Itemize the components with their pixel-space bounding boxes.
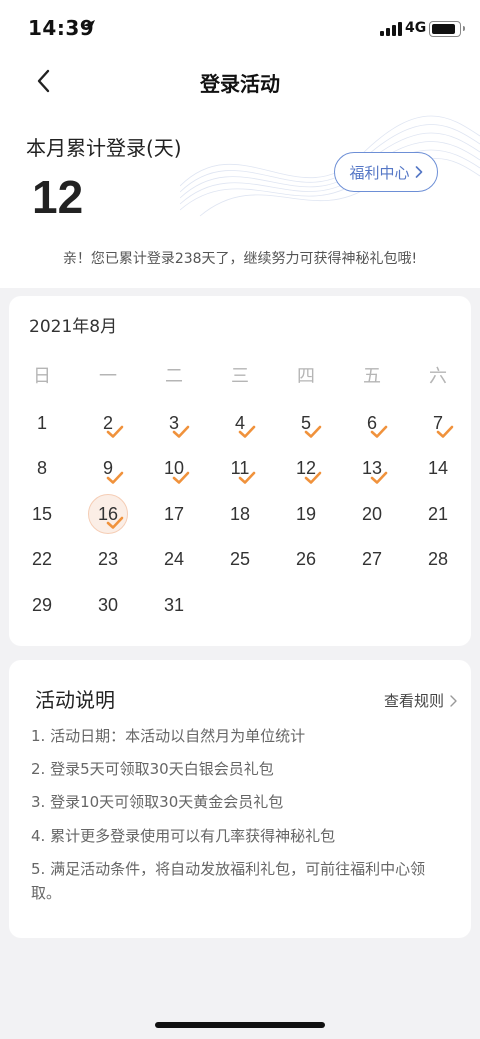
- chevron-right-icon: [450, 694, 457, 707]
- weekday-label: 日: [33, 366, 51, 387]
- calendar-day[interactable]: 31: [154, 585, 194, 625]
- weekday-label: 四: [297, 366, 315, 387]
- rule-item: 2. 登录5天可领取30天白银会员礼包: [31, 760, 274, 778]
- calendar-day[interactable]: 15: [22, 494, 62, 534]
- login-days-count: 12: [32, 171, 84, 223]
- calendar-day[interactable]: 21: [418, 494, 458, 534]
- weekday-label: 五: [363, 366, 381, 387]
- weekday-label: 一: [99, 366, 117, 387]
- calendar-day[interactable]: 1: [22, 403, 62, 443]
- calendar-day[interactable]: 20: [352, 494, 392, 534]
- weekday-label: 二: [165, 366, 183, 387]
- checkmark-icon: [304, 425, 322, 438]
- calendar-day[interactable]: 30: [88, 585, 128, 625]
- rule-item: 4. 累计更多登录使用可以有几率获得神秘礼包: [31, 827, 336, 845]
- login-calendar: 2021年8月 日一二三四五六 1 2 3 4 5 6 7 8 9 10 11 12 13 14 15 16 17…: [9, 296, 471, 646]
- calendar-month-label: 2021年8月: [29, 317, 118, 337]
- rule-item: 3. 登录10天可领取30天黄金会员礼包: [31, 793, 284, 811]
- calendar-day[interactable]: 19: [286, 494, 326, 534]
- weekday-label: 三: [231, 366, 249, 387]
- login-summary: 本月累计登录(天) 12 福利中心 亲！您已累计登录238天了，继续努力可获得神…: [0, 106, 480, 288]
- checkmark-icon: [172, 425, 190, 438]
- checkmark-icon: [238, 471, 256, 484]
- rules-title: 活动说明: [35, 688, 115, 712]
- rule-item: 5. 满足活动条件，将自动发放福利礼包，可前往福利中心领取。: [31, 860, 426, 902]
- calendar-day[interactable]: 27: [352, 540, 392, 580]
- battery-icon: [429, 21, 465, 37]
- login-days-label: 本月累计登录(天): [26, 136, 182, 160]
- view-rules-link[interactable]: 查看规则: [384, 690, 457, 711]
- view-rules-label: 查看规则: [383, 692, 444, 710]
- signal-bars-icon: [380, 22, 402, 36]
- checkmark-icon: [106, 516, 124, 529]
- calendar-day[interactable]: 29: [22, 585, 62, 625]
- calendar-day[interactable]: 14: [418, 449, 458, 489]
- page-title: 登录活动: [200, 72, 280, 96]
- welfare-center-button[interactable]: 福利中心: [334, 152, 438, 192]
- rule-item: 1. 活动日期：本活动以自然月为单位统计: [31, 727, 306, 745]
- checkmark-icon: [106, 471, 124, 484]
- calendar-day[interactable]: 22: [22, 540, 62, 580]
- checkmark-icon: [304, 471, 322, 484]
- calendar-day[interactable]: 24: [154, 540, 194, 580]
- chevron-right-icon: [415, 166, 422, 178]
- home-indicator: [155, 1022, 325, 1028]
- calendar-day[interactable]: 23: [88, 540, 128, 580]
- checkmark-icon: [172, 471, 190, 484]
- weekday-label: 六: [429, 366, 447, 387]
- calendar-day[interactable]: 28: [418, 540, 458, 580]
- status-bar: 14:39 4G: [0, 0, 480, 56]
- welfare-center-label: 福利中心: [349, 163, 410, 182]
- network-type: 4G: [405, 20, 427, 36]
- calendar-day[interactable]: 8: [22, 449, 62, 489]
- calendar-day[interactable]: 25: [220, 540, 260, 580]
- checkmark-icon: [238, 425, 256, 438]
- location-arrow-icon: [83, 20, 95, 32]
- calendar-day[interactable]: 17: [154, 494, 194, 534]
- activity-rules-card: 活动说明 查看规则 1. 活动日期：本活动以自然月为单位统计 2. 登录5天可领取…: [9, 660, 471, 938]
- checkmark-icon: [370, 471, 388, 484]
- checkmark-icon: [436, 425, 454, 438]
- nav-bar: 登录活动: [0, 56, 480, 106]
- checkmark-icon: [370, 425, 388, 438]
- calendar-day[interactable]: 18: [220, 494, 260, 534]
- login-encouragement-text: 亲！您已累计登录238天了，继续努力可获得神秘礼包哦!: [62, 251, 418, 267]
- calendar-day[interactable]: 26: [286, 540, 326, 580]
- checkmark-icon: [106, 425, 124, 438]
